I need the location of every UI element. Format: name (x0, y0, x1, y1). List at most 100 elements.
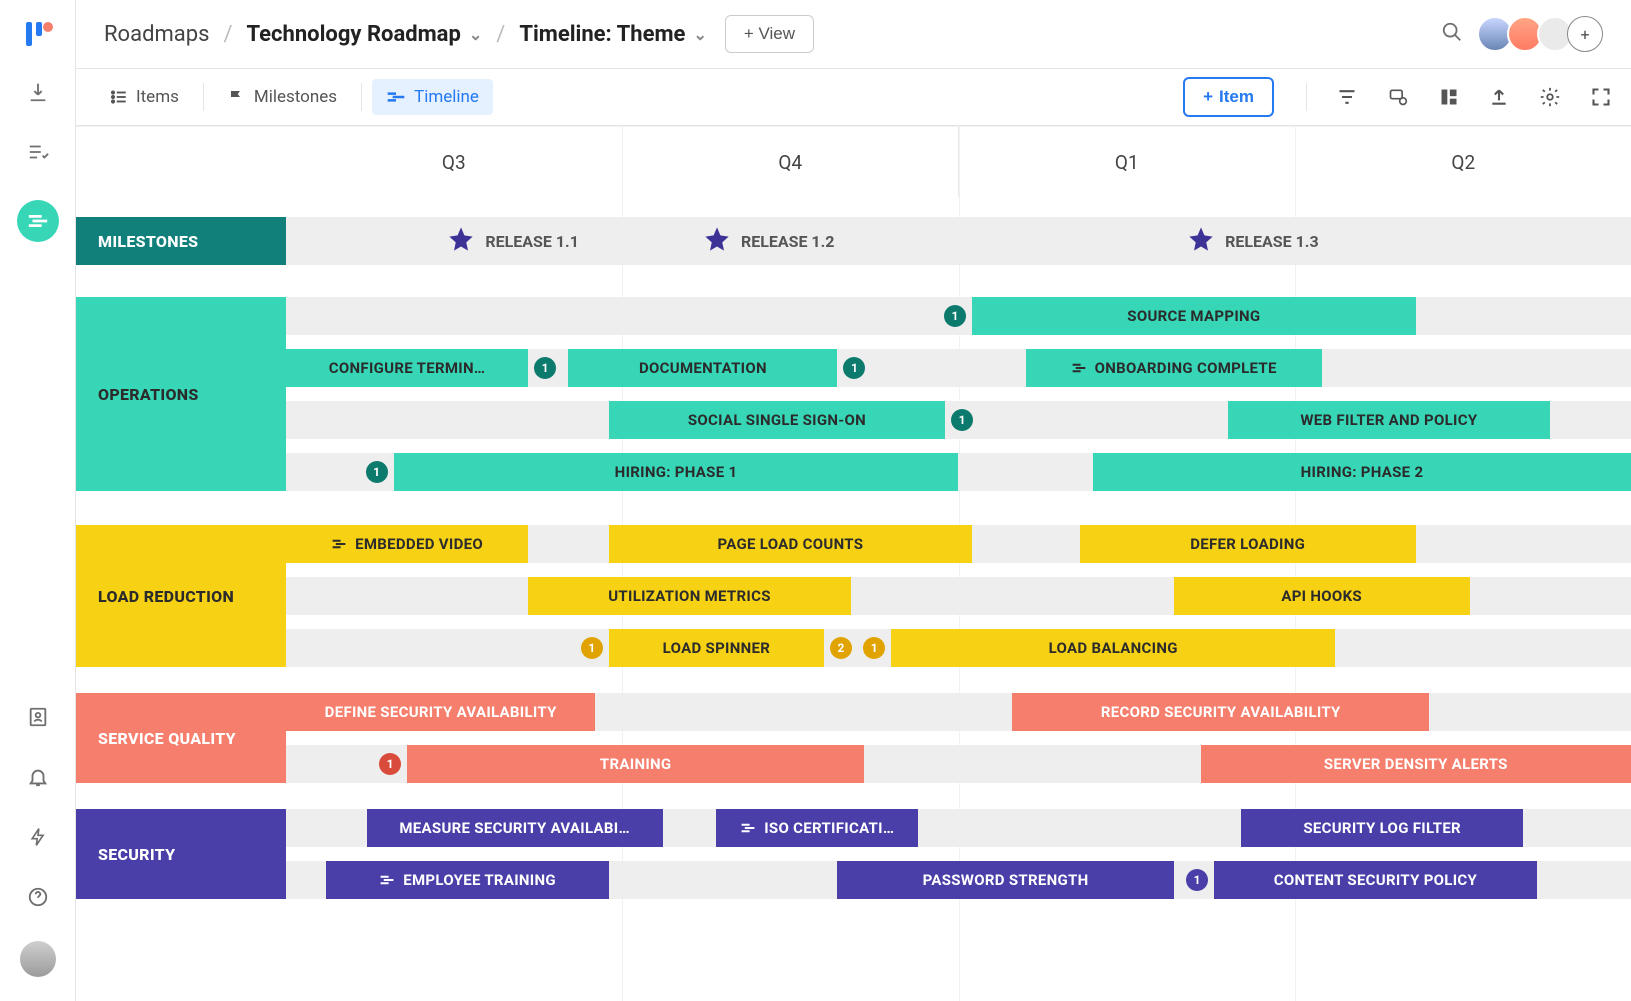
crumb-view[interactable]: Timeline: Theme⌄ (519, 22, 707, 47)
count-badge[interactable]: 1 (379, 753, 401, 775)
timeline-bar[interactable]: LOAD BALANCING (891, 629, 1335, 667)
bar-label: CONFIGURE TERMIN… (329, 359, 486, 377)
bar-label: SERVER DENSITY ALERTS (1324, 755, 1508, 773)
timeline-bar[interactable]: SOURCE MAPPING (972, 297, 1416, 335)
timeline-bar[interactable]: SOCIAL SINGLE SIGN-ON (609, 401, 945, 439)
add-view-button[interactable]: + View (725, 15, 814, 53)
fullscreen-icon[interactable] (1591, 87, 1611, 107)
timeline-bar[interactable]: HIRING: PHASE 1 (394, 453, 959, 491)
count-badge[interactable]: 1 (863, 637, 885, 659)
tab-milestones[interactable]: Milestones (214, 79, 351, 115)
bell-icon[interactable] (26, 765, 50, 789)
sidebar (0, 0, 76, 1001)
timeline-bar[interactable]: SERVER DENSITY ALERTS (1201, 745, 1631, 783)
roadmap-icon[interactable] (17, 200, 59, 242)
timeline-bar[interactable]: TRAINING (407, 745, 864, 783)
swimlane: MEASURE SECURITY AVAILABI… ISO CERTIFICAT… (286, 809, 1631, 899)
timeline-bar[interactable]: WEB FILTER AND POLICY (1228, 401, 1551, 439)
timeline-bar[interactable]: ONBOARDING COMPLETE (1026, 349, 1322, 387)
breadcrumb: Roadmaps / Technology Roadmap⌄ / Timelin… (104, 22, 707, 47)
bar-label: WEB FILTER AND POLICY (1300, 411, 1477, 429)
timeline-bar[interactable]: RECORD SECURITY AVAILABILITY (1012, 693, 1429, 731)
timeline-bar[interactable]: EMBEDDED VIDEO (286, 525, 528, 563)
chevron-down-icon[interactable]: ⌄ (469, 25, 482, 44)
milestone[interactable]: RELEASE 1.3 (1187, 217, 1318, 265)
timeline-bar[interactable]: DEFER LOADING (1080, 525, 1416, 563)
timeline-bar[interactable]: EMPLOYEE TRAINING (326, 861, 608, 899)
milestone[interactable]: RELEASE 1.2 (703, 217, 834, 265)
timeline-row: UTILIZATION METRICS API HOOKS (286, 577, 1631, 615)
timeline-bar[interactable]: CONFIGURE TERMIN… (286, 349, 528, 387)
timeline-bar[interactable]: API HOOKS (1174, 577, 1470, 615)
count-badge[interactable]: 1 (843, 357, 865, 379)
swimlane: DEFINE SECURITY AVAILABILITY RECORD SECUR… (286, 693, 1631, 783)
milestone-label: RELEASE 1.3 (1225, 232, 1318, 251)
timeline-row: DEFINE SECURITY AVAILABILITY RECORD SECUR… (286, 693, 1631, 731)
gear-icon[interactable] (1539, 86, 1561, 108)
milestone-label: RELEASE 1.1 (485, 232, 578, 251)
crumb-root[interactable]: Roadmaps (104, 22, 209, 47)
swimlane: SOURCE MAPPING 1 CONFIGURE TERMIN… 1 DOCUMEN… (286, 297, 1631, 491)
search-icon[interactable] (1441, 21, 1463, 47)
add-collaborator-button[interactable]: + (1567, 16, 1603, 52)
timeline[interactable]: Q3Q4Q1Q2 RELEASE 1.1RELEASE 1.2RELEASE 1… (286, 127, 1631, 1001)
timeline-icon (386, 90, 406, 104)
timeline-bar[interactable]: PASSWORD STRENGTH (837, 861, 1173, 899)
layout-icon[interactable] (1439, 87, 1459, 107)
filter-icon[interactable] (1337, 87, 1357, 107)
app-logo[interactable] (22, 18, 54, 50)
count-badge[interactable]: 2 (830, 637, 852, 659)
timeline-row: EMPLOYEE TRAINING PASSWORD STRENGTH CONTEN… (286, 861, 1631, 899)
timeline-bar[interactable]: DOCUMENTATION (568, 349, 837, 387)
toolbar: Items Milestones Timeline +Item (76, 68, 1631, 126)
import-icon[interactable] (26, 80, 50, 104)
tab-timeline[interactable]: Timeline (372, 79, 493, 115)
star-icon (447, 225, 475, 257)
timeline-bar[interactable]: HIRING: PHASE 2 (1093, 453, 1631, 491)
list-check-icon[interactable] (26, 140, 50, 164)
help-icon[interactable] (26, 885, 50, 909)
bolt-icon[interactable] (26, 825, 50, 849)
bar-label: API HOOKS (1281, 587, 1362, 605)
timeline-bar[interactable]: SECURITY LOG FILTER (1241, 809, 1523, 847)
timeline-bar[interactable]: PAGE LOAD COUNTS (609, 525, 972, 563)
count-badge[interactable]: 1 (534, 357, 556, 379)
upload-icon[interactable] (1489, 87, 1509, 107)
timeline-bar[interactable]: MEASURE SECURITY AVAILABI… (367, 809, 663, 847)
bar-label: DEFER LOADING (1190, 535, 1305, 553)
add-item-button[interactable]: +Item (1183, 77, 1274, 117)
timeline-bar[interactable]: CONTENT SECURITY POLICY (1214, 861, 1537, 899)
timeline-bar[interactable]: LOAD SPINNER (609, 629, 824, 667)
tab-items[interactable]: Items (96, 79, 193, 115)
tab-items-label: Items (136, 87, 179, 107)
theme-label[interactable]: OPERATIONS (76, 297, 286, 491)
timeline-row: SOURCE MAPPING 1 (286, 297, 1631, 335)
bar-label: CONTENT SECURITY POLICY (1274, 871, 1477, 889)
theme-label[interactable]: SECURITY (76, 809, 286, 899)
theme-label[interactable]: MILESTONES (76, 217, 286, 265)
labels-column: MILESTONES OPERATIONS LOAD REDUCTION SERVIC… (76, 127, 286, 1001)
theme-label[interactable]: LOAD REDUCTION (76, 525, 286, 667)
theme-label[interactable]: SERVICE QUALITY (76, 693, 286, 783)
count-badge[interactable]: 1 (366, 461, 388, 483)
add-item-label: Item (1219, 87, 1254, 107)
timeline-bar[interactable]: DEFINE SECURITY AVAILABILITY (286, 693, 595, 731)
contacts-icon[interactable] (26, 705, 50, 729)
count-badge[interactable]: 1 (1186, 869, 1208, 891)
count-badge[interactable]: 1 (951, 409, 973, 431)
crumb-roadmap[interactable]: Technology Roadmap⌄ (247, 22, 483, 47)
timeline-bar[interactable]: UTILIZATION METRICS (528, 577, 851, 615)
link-settings-icon[interactable] (1387, 87, 1409, 107)
milestone[interactable]: RELEASE 1.1 (447, 217, 578, 265)
user-avatar[interactable] (20, 941, 56, 977)
swimlane: EMBEDDED VIDEO PAGE LOAD COUNTS DEFER LOAD… (286, 525, 1631, 667)
milestones-row: RELEASE 1.1 RELEASE 1.2 RELEASE 1.3 (286, 217, 1631, 265)
timeline-row: SOCIAL SINGLE SIGN-ON 1 WEB FILTER AND POL… (286, 401, 1631, 439)
chevron-down-icon[interactable]: ⌄ (693, 25, 706, 44)
count-badge[interactable]: 1 (944, 305, 966, 327)
timeline-bar[interactable]: ISO CERTIFICATI… (716, 809, 918, 847)
count-badge[interactable]: 1 (581, 637, 603, 659)
collaborator-avatars: + (1483, 16, 1603, 52)
toolbar-separator (1306, 83, 1307, 111)
bar-label: DOCUMENTATION (639, 359, 767, 377)
